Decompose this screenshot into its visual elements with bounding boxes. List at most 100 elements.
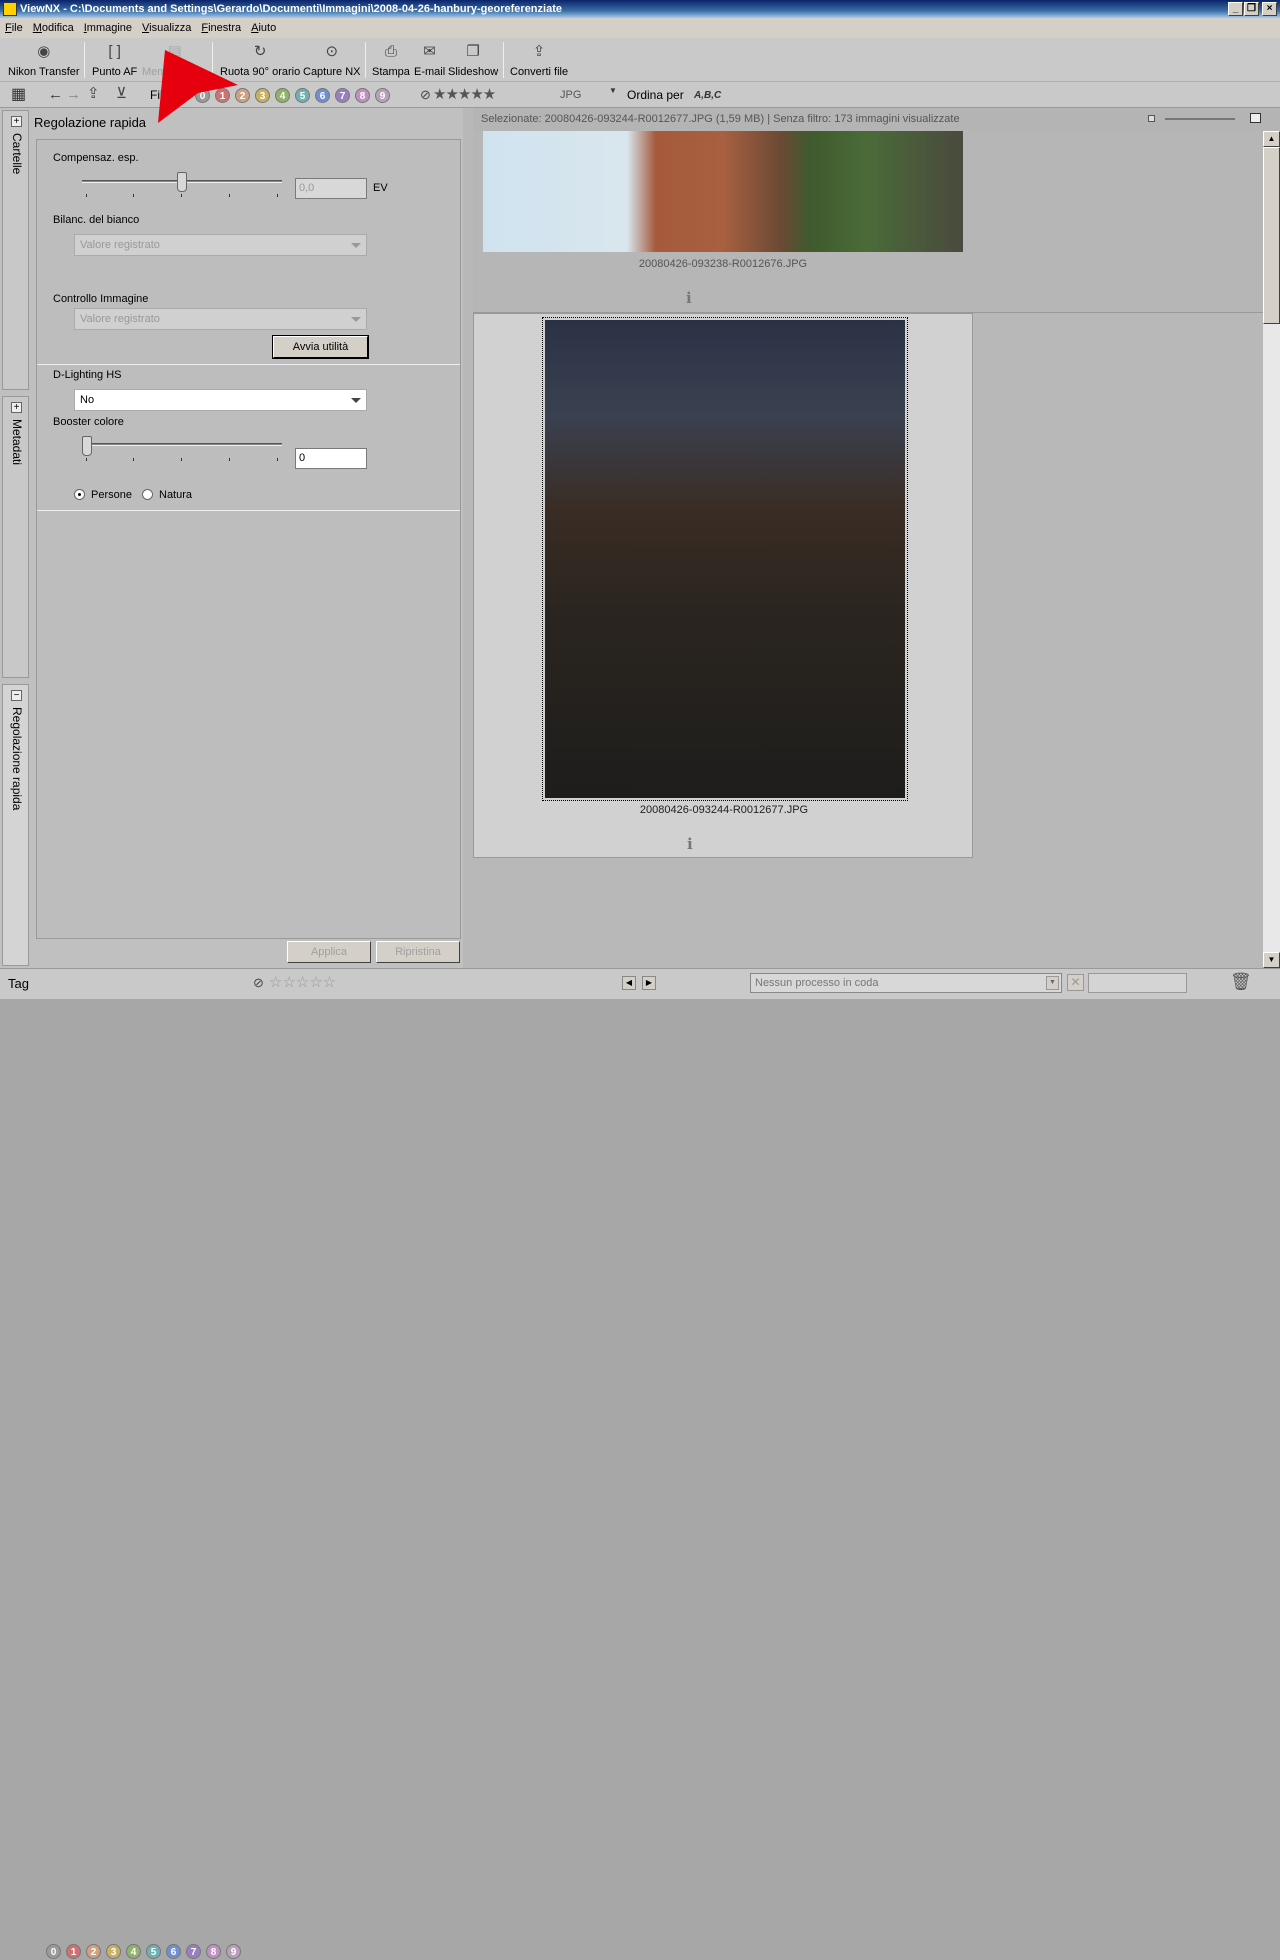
prev-arrow-icon[interactable]: ◀	[622, 976, 636, 990]
toolbar-label: Converti file	[510, 66, 569, 78]
exposure-slider-thumb[interactable]	[177, 172, 187, 192]
sort-abc-icon[interactable]: A,B,C	[694, 90, 721, 101]
next-arrow-icon[interactable]: ▶	[642, 976, 656, 990]
photo-thumbnail-2[interactable]	[545, 320, 905, 798]
label-8-icon[interactable]: 8	[206, 1944, 221, 1959]
no-rating-icon[interactable]: ⊘	[253, 975, 264, 990]
thumbnail-cell-selected[interactable]: 20080426-093244-R0012677.JPG i	[473, 313, 973, 858]
minimize-button[interactable]: _	[1228, 2, 1243, 16]
label-3-icon[interactable]: 3	[255, 88, 270, 103]
expand-icon[interactable]: +	[11, 116, 22, 127]
close-button[interactable]: ×	[1262, 2, 1277, 16]
chevron-down-icon	[351, 243, 361, 248]
label-6-icon[interactable]: 6	[166, 1944, 181, 1959]
thumbnail-grid-icon[interactable]: ▦	[11, 87, 26, 103]
scroll-down-icon[interactable]: ▼	[1263, 952, 1280, 968]
toolbar-label: Slideshow	[448, 66, 499, 78]
toolbar-label: E-mail	[414, 66, 446, 78]
toolbar-label: Nikon Transfer	[8, 66, 80, 78]
window-title: ViewNX - C:\Documents and Settings\Gerar…	[20, 3, 562, 15]
label-7-icon[interactable]: 7	[186, 1944, 201, 1959]
booster-slider-track[interactable]	[82, 443, 282, 446]
cancel-process-icon[interactable]: ✕	[1067, 974, 1084, 991]
large-thumb-icon[interactable]	[1250, 113, 1261, 123]
print-button[interactable]: ⎙ Stampa	[372, 42, 410, 78]
expand-icon[interactable]: +	[11, 402, 22, 413]
format-filter[interactable]: JPG	[560, 89, 581, 101]
selection-status: Selezionate: 20080426-093244-R0012677.JP…	[473, 108, 1280, 131]
label-2-icon[interactable]: 2	[86, 1944, 101, 1959]
label-7-icon[interactable]: 7	[335, 88, 350, 103]
apply-button[interactable]: Applica	[287, 941, 371, 963]
sort-label[interactable]: Ordina per	[627, 88, 684, 102]
trash-icon[interactable]: 🗑	[1230, 973, 1252, 991]
wb-select-value: Valore registrato	[80, 239, 160, 251]
move-folder-icon[interactable]: ⊻	[116, 86, 127, 101]
convert-file-button[interactable]: ⇪ Converti file	[510, 42, 568, 78]
label-4-icon[interactable]: 4	[275, 88, 290, 103]
capture-nx-button[interactable]: ⊙ Capture NX	[303, 42, 360, 78]
label-5-icon[interactable]: 5	[295, 88, 310, 103]
radio-persone[interactable]	[74, 489, 85, 500]
rating-filter-stars[interactable]: ★★★★★	[433, 87, 496, 102]
menu-modifica[interactable]: Modifica	[28, 18, 79, 38]
af-point-button[interactable]: [ ] Punto AF	[92, 42, 137, 78]
tab-label: Regolazione rapida	[10, 707, 24, 811]
menu-file[interactable]: File	[0, 18, 28, 38]
vertical-scrollbar[interactable]: ▲ ▼	[1263, 131, 1280, 968]
label-0-icon[interactable]: 0	[46, 1944, 61, 1959]
booster-slider-thumb[interactable]	[82, 436, 92, 456]
radio-natura[interactable]	[142, 489, 153, 500]
picture-control-select[interactable]: Valore registrato	[74, 308, 367, 330]
chevron-down-icon[interactable]: ▼	[609, 86, 617, 95]
booster-value-field[interactable]: 0	[295, 448, 367, 469]
info-icon[interactable]: i	[687, 835, 693, 853]
scroll-up-icon[interactable]: ▲	[1263, 131, 1280, 147]
dlighting-label: D-Lighting HS	[53, 369, 122, 381]
label-3-icon[interactable]: 3	[106, 1944, 121, 1959]
tab-metadati[interactable]: + Metadati	[2, 396, 29, 678]
label-4-icon[interactable]: 4	[126, 1944, 141, 1959]
nikon-transfer-button[interactable]: ◉ Nikon Transfer	[8, 42, 80, 78]
photo-thumbnail-1[interactable]	[483, 131, 963, 252]
slideshow-button[interactable]: ❐ Slideshow	[448, 42, 498, 78]
menu-visualizza[interactable]: Visualizza	[137, 18, 196, 38]
tab-regolazione-rapida[interactable]: − Regolazione rapida	[2, 684, 29, 966]
rating-stars[interactable]: ☆☆☆☆☆	[269, 975, 336, 990]
menu-finestra[interactable]: Finestra	[196, 18, 246, 38]
panel-splitter[interactable]	[463, 108, 473, 968]
back-arrow-icon[interactable]: ←	[48, 87, 63, 102]
chevron-down-icon	[351, 398, 361, 403]
tab-cartelle[interactable]: + Cartelle	[2, 110, 29, 390]
menu-immagine[interactable]: Immagine	[79, 18, 137, 38]
wb-select[interactable]: Valore registrato	[74, 234, 367, 256]
chevron-down-icon	[351, 317, 361, 322]
label-9-icon[interactable]: 9	[226, 1944, 241, 1959]
no-rating-icon[interactable]: ⊘	[420, 87, 431, 102]
label-8-icon[interactable]: 8	[355, 88, 370, 103]
email-button[interactable]: ✉ E-mail	[414, 42, 445, 78]
scrollbar-thumb[interactable]	[1263, 147, 1280, 324]
forward-arrow-icon[interactable]: →	[66, 87, 81, 102]
dlighting-select[interactable]: No	[74, 389, 367, 411]
process-queue-field[interactable]: Nessun processo in coda ▼	[750, 973, 1062, 993]
thumb-size-slider[interactable]	[1165, 118, 1235, 120]
thumbnail-cell[interactable]: 20080426-093238-R0012676.JPG i	[473, 131, 1263, 313]
up-folder-icon[interactable]: ⇪	[87, 86, 100, 101]
info-icon[interactable]: i	[686, 289, 692, 307]
launch-utility-button[interactable]: Avvia utilità	[272, 335, 369, 359]
small-thumb-icon[interactable]	[1148, 115, 1155, 122]
thumbnail-filename: 20080426-093238-R0012676.JPG	[638, 258, 808, 270]
reset-button[interactable]: Ripristina	[376, 941, 460, 963]
menu-aiuto[interactable]: Aiuto	[246, 18, 281, 38]
label-5-icon[interactable]: 5	[146, 1944, 161, 1959]
label-9-icon[interactable]: 9	[375, 88, 390, 103]
maximize-button[interactable]: ❐	[1244, 2, 1259, 16]
title-bar: ViewNX - C:\Documents and Settings\Gerar…	[0, 0, 1280, 18]
collapse-icon[interactable]: −	[11, 690, 22, 701]
tab-label: Metadati	[10, 419, 24, 466]
label-1-icon[interactable]: 1	[66, 1944, 81, 1959]
label-6-icon[interactable]: 6	[315, 88, 330, 103]
chevron-down-icon[interactable]: ▼	[1046, 976, 1059, 990]
exposure-value-field[interactable]: 0,0	[295, 178, 367, 199]
